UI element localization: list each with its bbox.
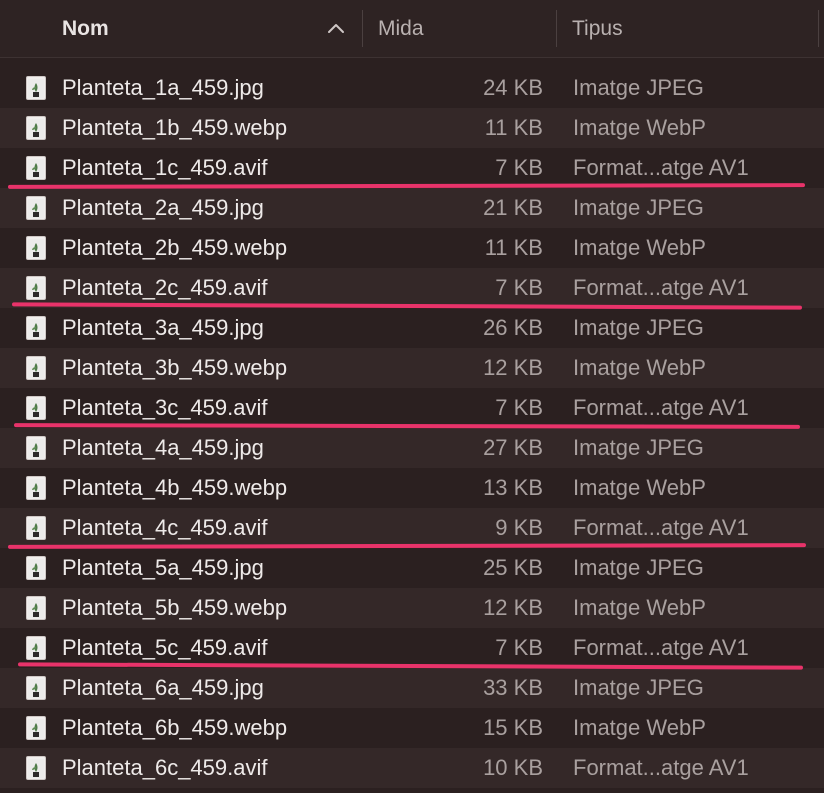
image-thumbnail-icon: [26, 556, 46, 580]
image-thumbnail-icon: [26, 716, 46, 740]
file-row[interactable]: Planteta_2b_459.webp 11 KB Imatge WebP: [0, 228, 824, 268]
file-row[interactable]: Planteta_6b_459.webp 15 KB Imatge WebP: [0, 708, 824, 748]
file-kind: Imatge JPEG: [573, 75, 704, 100]
file-kind: Format...atge AV1: [573, 275, 749, 300]
file-row[interactable]: Planteta_1c_459.avif 7 KB Format...atge AV…: [0, 148, 824, 188]
file-size: 27 KB: [483, 435, 543, 460]
file-size: 15 KB: [483, 715, 543, 740]
image-thumbnail-icon: [26, 356, 46, 380]
image-thumbnail-icon: [26, 196, 46, 220]
file-size: 33 KB: [483, 675, 543, 700]
file-name: Planteta_4b_459.webp: [62, 475, 288, 500]
file-size: 25 KB: [483, 555, 543, 580]
image-thumbnail-icon: [26, 516, 46, 540]
file-kind: Format...atge AV1: [573, 515, 749, 540]
column-header: Nom Mida Tipus: [0, 0, 824, 58]
image-thumbnail-icon: [26, 436, 46, 460]
file-size: 13 KB: [483, 475, 543, 500]
image-thumbnail-icon: [26, 476, 46, 500]
image-thumbnail-icon: [26, 116, 46, 140]
file-kind: Imatge JPEG: [573, 435, 704, 460]
file-row[interactable]: Planteta_1a_459.jpg 24 KB Imatge JPEG: [0, 68, 824, 108]
image-thumbnail-icon: [26, 156, 46, 180]
file-kind: Imatge WebP: [573, 115, 706, 140]
image-thumbnail-icon: [26, 396, 46, 420]
file-row[interactable]: Planteta_3a_459.jpg 26 KB Imatge JPEG: [0, 308, 824, 348]
file-name: Planteta_2a_459.jpg: [62, 195, 264, 220]
file-kind: Format...atge AV1: [573, 755, 749, 780]
file-size: 21 KB: [483, 195, 543, 220]
column-header-size[interactable]: Mida: [378, 0, 553, 57]
file-row[interactable]: Planteta_5b_459.webp 12 KB Imatge WebP: [0, 588, 824, 628]
file-kind: Format...atge AV1: [573, 155, 749, 180]
file-size: 7 KB: [495, 155, 543, 180]
file-size: 11 KB: [484, 235, 543, 260]
file-size: 7 KB: [495, 275, 543, 300]
file-name: Planteta_4a_459.jpg: [62, 435, 264, 460]
file-row[interactable]: Planteta_6c_459.avif 10 KB Format...atge A…: [0, 748, 824, 788]
file-size: 26 KB: [483, 315, 543, 340]
file-name: Planteta_3c_459.avif: [62, 395, 268, 420]
file-row[interactable]: Planteta_6a_459.jpg 33 KB Imatge JPEG: [0, 668, 824, 708]
file-row[interactable]: Planteta_4a_459.jpg 27 KB Imatge JPEG: [0, 428, 824, 468]
file-size: 9 KB: [495, 515, 543, 540]
image-thumbnail-icon: [26, 76, 46, 100]
file-kind: Imatge JPEG: [573, 555, 704, 580]
image-thumbnail-icon: [26, 636, 46, 660]
file-name: Planteta_5b_459.webp: [62, 595, 288, 620]
file-name: Planteta_6c_459.avif: [62, 755, 268, 780]
file-row[interactable]: Planteta_4b_459.webp 13 KB Imatge WebP: [0, 468, 824, 508]
file-name: Planteta_6b_459.webp: [62, 715, 288, 740]
file-row[interactable]: Planteta_2a_459.jpg 21 KB Imatge JPEG: [0, 188, 824, 228]
file-name: Planteta_4c_459.avif: [62, 515, 268, 540]
file-name: Planteta_1a_459.jpg: [62, 75, 264, 100]
file-name: Planteta_1b_459.webp: [62, 115, 288, 140]
file-kind: Imatge WebP: [573, 595, 706, 620]
file-kind: Imatge JPEG: [573, 315, 704, 340]
file-name: Planteta_2b_459.webp: [62, 235, 288, 260]
file-row[interactable]: Planteta_4c_459.avif 9 KB Format...atge AV…: [0, 508, 824, 548]
column-header-kind[interactable]: Tipus: [572, 0, 812, 57]
file-name: Planteta_1c_459.avif: [62, 155, 268, 180]
file-kind: Imatge WebP: [573, 235, 706, 260]
column-divider[interactable]: [362, 10, 363, 47]
image-thumbnail-icon: [26, 596, 46, 620]
file-kind: Imatge JPEG: [573, 195, 704, 220]
file-size: 24 KB: [483, 75, 543, 100]
column-header-name[interactable]: Nom: [62, 0, 362, 57]
file-row[interactable]: Planteta_1b_459.webp 11 KB Imatge WebP: [0, 108, 824, 148]
image-thumbnail-icon: [26, 756, 46, 780]
column-divider[interactable]: [556, 10, 557, 47]
file-row[interactable]: Planteta_3b_459.webp 12 KB Imatge WebP: [0, 348, 824, 388]
file-kind: Imatge WebP: [573, 715, 706, 740]
column-divider[interactable]: [818, 10, 819, 47]
file-name: Planteta_5a_459.jpg: [62, 555, 264, 580]
file-kind: Format...atge AV1: [573, 635, 749, 660]
file-size: 7 KB: [495, 395, 543, 420]
file-kind: Imatge WebP: [573, 475, 706, 500]
image-thumbnail-icon: [26, 236, 46, 260]
image-thumbnail-icon: [26, 676, 46, 700]
file-kind: Imatge JPEG: [573, 675, 704, 700]
file-kind: Imatge WebP: [573, 355, 706, 380]
file-size: 12 KB: [483, 595, 543, 620]
file-row[interactable]: Planteta_5a_459.jpg 25 KB Imatge JPEG: [0, 548, 824, 588]
file-size: 7 KB: [495, 635, 543, 660]
file-name: Planteta_3b_459.webp: [62, 355, 288, 380]
file-kind: Format...atge AV1: [573, 395, 749, 420]
file-name: Planteta_3a_459.jpg: [62, 315, 264, 340]
file-size: 11 KB: [484, 115, 543, 140]
file-size: 12 KB: [483, 355, 543, 380]
file-name: Planteta_6a_459.jpg: [62, 675, 264, 700]
file-row[interactable]: Planteta_3c_459.avif 7 KB Format...atge AV…: [0, 388, 824, 428]
image-thumbnail-icon: [26, 316, 46, 340]
image-thumbnail-icon: [26, 276, 46, 300]
chevron-up-icon[interactable]: [326, 20, 346, 36]
file-size: 10 KB: [483, 755, 543, 780]
